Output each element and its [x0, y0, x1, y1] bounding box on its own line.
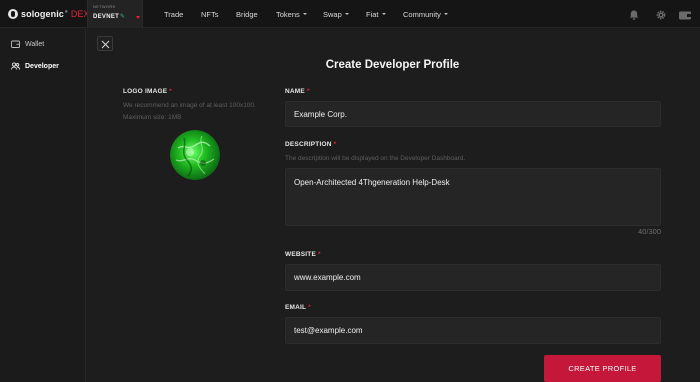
network-selector[interactable]: NETWORK DEVNET ✎: [87, 0, 143, 28]
logo-image-preview: [170, 130, 220, 180]
nav-item-tokens[interactable]: Tokens: [276, 9, 307, 19]
nav-item-swap[interactable]: Swap: [323, 9, 349, 19]
nav-item-trade[interactable]: Trade: [164, 9, 183, 19]
close-icon: [101, 40, 110, 49]
field-label-text: DESCRIPTION: [285, 141, 332, 148]
logo-registered: ®: [64, 8, 68, 14]
name-input[interactable]: Example Corp.: [285, 101, 661, 127]
field-label-text: LOGO IMAGE: [123, 88, 168, 95]
nav-item-bridge[interactable]: Bridge: [236, 9, 258, 19]
settings-icon[interactable]: [655, 8, 667, 20]
logo-image-upload[interactable]: [170, 130, 220, 180]
chevron-down-icon: [443, 13, 448, 15]
page-title: Create Developer Profile: [325, 59, 460, 71]
required-mark: *: [333, 141, 337, 148]
network-label: NETWORK: [93, 4, 116, 9]
network-value: DEVNET: [93, 14, 120, 20]
nav-label: Community: [403, 9, 441, 19]
sidebar-item-wallet[interactable]: Wallet: [11, 39, 44, 49]
nav-label: NFTs: [201, 9, 219, 19]
email-label: EMAIL *: [285, 304, 311, 311]
field-label-text: EMAIL: [285, 304, 307, 311]
chevron-down-icon: [344, 13, 349, 15]
nav-label: Tokens: [276, 9, 300, 19]
logo-image-help: We recommend an image of at least 100x10…: [123, 102, 256, 121]
required-mark: *: [308, 304, 311, 311]
sidebar-item-label: Wallet: [25, 40, 45, 48]
wallet-icon: [11, 40, 20, 48]
close-button[interactable]: [97, 36, 113, 51]
logo-image-label: LOGO IMAGE *: [123, 88, 172, 95]
required-mark: *: [169, 88, 172, 95]
chevron-down-icon: [302, 13, 307, 15]
nav-label: Swap: [323, 9, 342, 19]
nav-item-fiat[interactable]: Fiat: [366, 9, 386, 19]
app-logo[interactable]: sologenic ® DEX: [8, 8, 89, 20]
website-input[interactable]: www.example.com: [285, 264, 661, 291]
chevron-down-icon: [381, 13, 386, 15]
description-char-counter: 40/300: [638, 227, 661, 236]
sidebar-item-developer[interactable]: Developer: [11, 61, 59, 71]
logo-brand: sologenic: [21, 9, 64, 19]
users-icon: [11, 62, 20, 70]
chevron-down-icon: [136, 16, 140, 19]
bell-icon[interactable]: [628, 8, 640, 20]
field-label-text: WEBSITE: [285, 251, 317, 258]
nav-item-community[interactable]: Community: [403, 9, 448, 19]
sidebar: Wallet Developer: [0, 29, 86, 382]
top-bar: sologenic ® DEX NETWORK DEVNET ✎ Trade N…: [0, 0, 700, 28]
wallet-icon[interactable]: [678, 8, 692, 20]
name-label: NAME *: [285, 88, 310, 95]
required-mark: *: [318, 251, 321, 258]
edit-icon: ✎: [120, 14, 126, 20]
nav-label: Trade: [164, 9, 184, 19]
website-label: WEBSITE *: [285, 251, 321, 258]
nav-label: Fiat: [366, 9, 379, 19]
description-textarea[interactable]: Open-Architected 4Thgeneration Help-Desk: [285, 168, 661, 226]
create-profile-button[interactable]: CREATE PROFILE: [544, 355, 661, 382]
required-mark: *: [306, 88, 310, 95]
nav-label: Bridge: [236, 9, 258, 19]
sidebar-item-label: Developer: [25, 62, 59, 70]
nav-item-nfts[interactable]: NFTs: [201, 9, 219, 19]
email-input[interactable]: test@example.com: [285, 317, 661, 344]
description-label: DESCRIPTION *: [285, 141, 336, 148]
sologenic-logo-icon: [8, 9, 18, 19]
description-help: The description will be displayed on the…: [285, 155, 466, 162]
field-label-text: NAME: [285, 88, 305, 95]
